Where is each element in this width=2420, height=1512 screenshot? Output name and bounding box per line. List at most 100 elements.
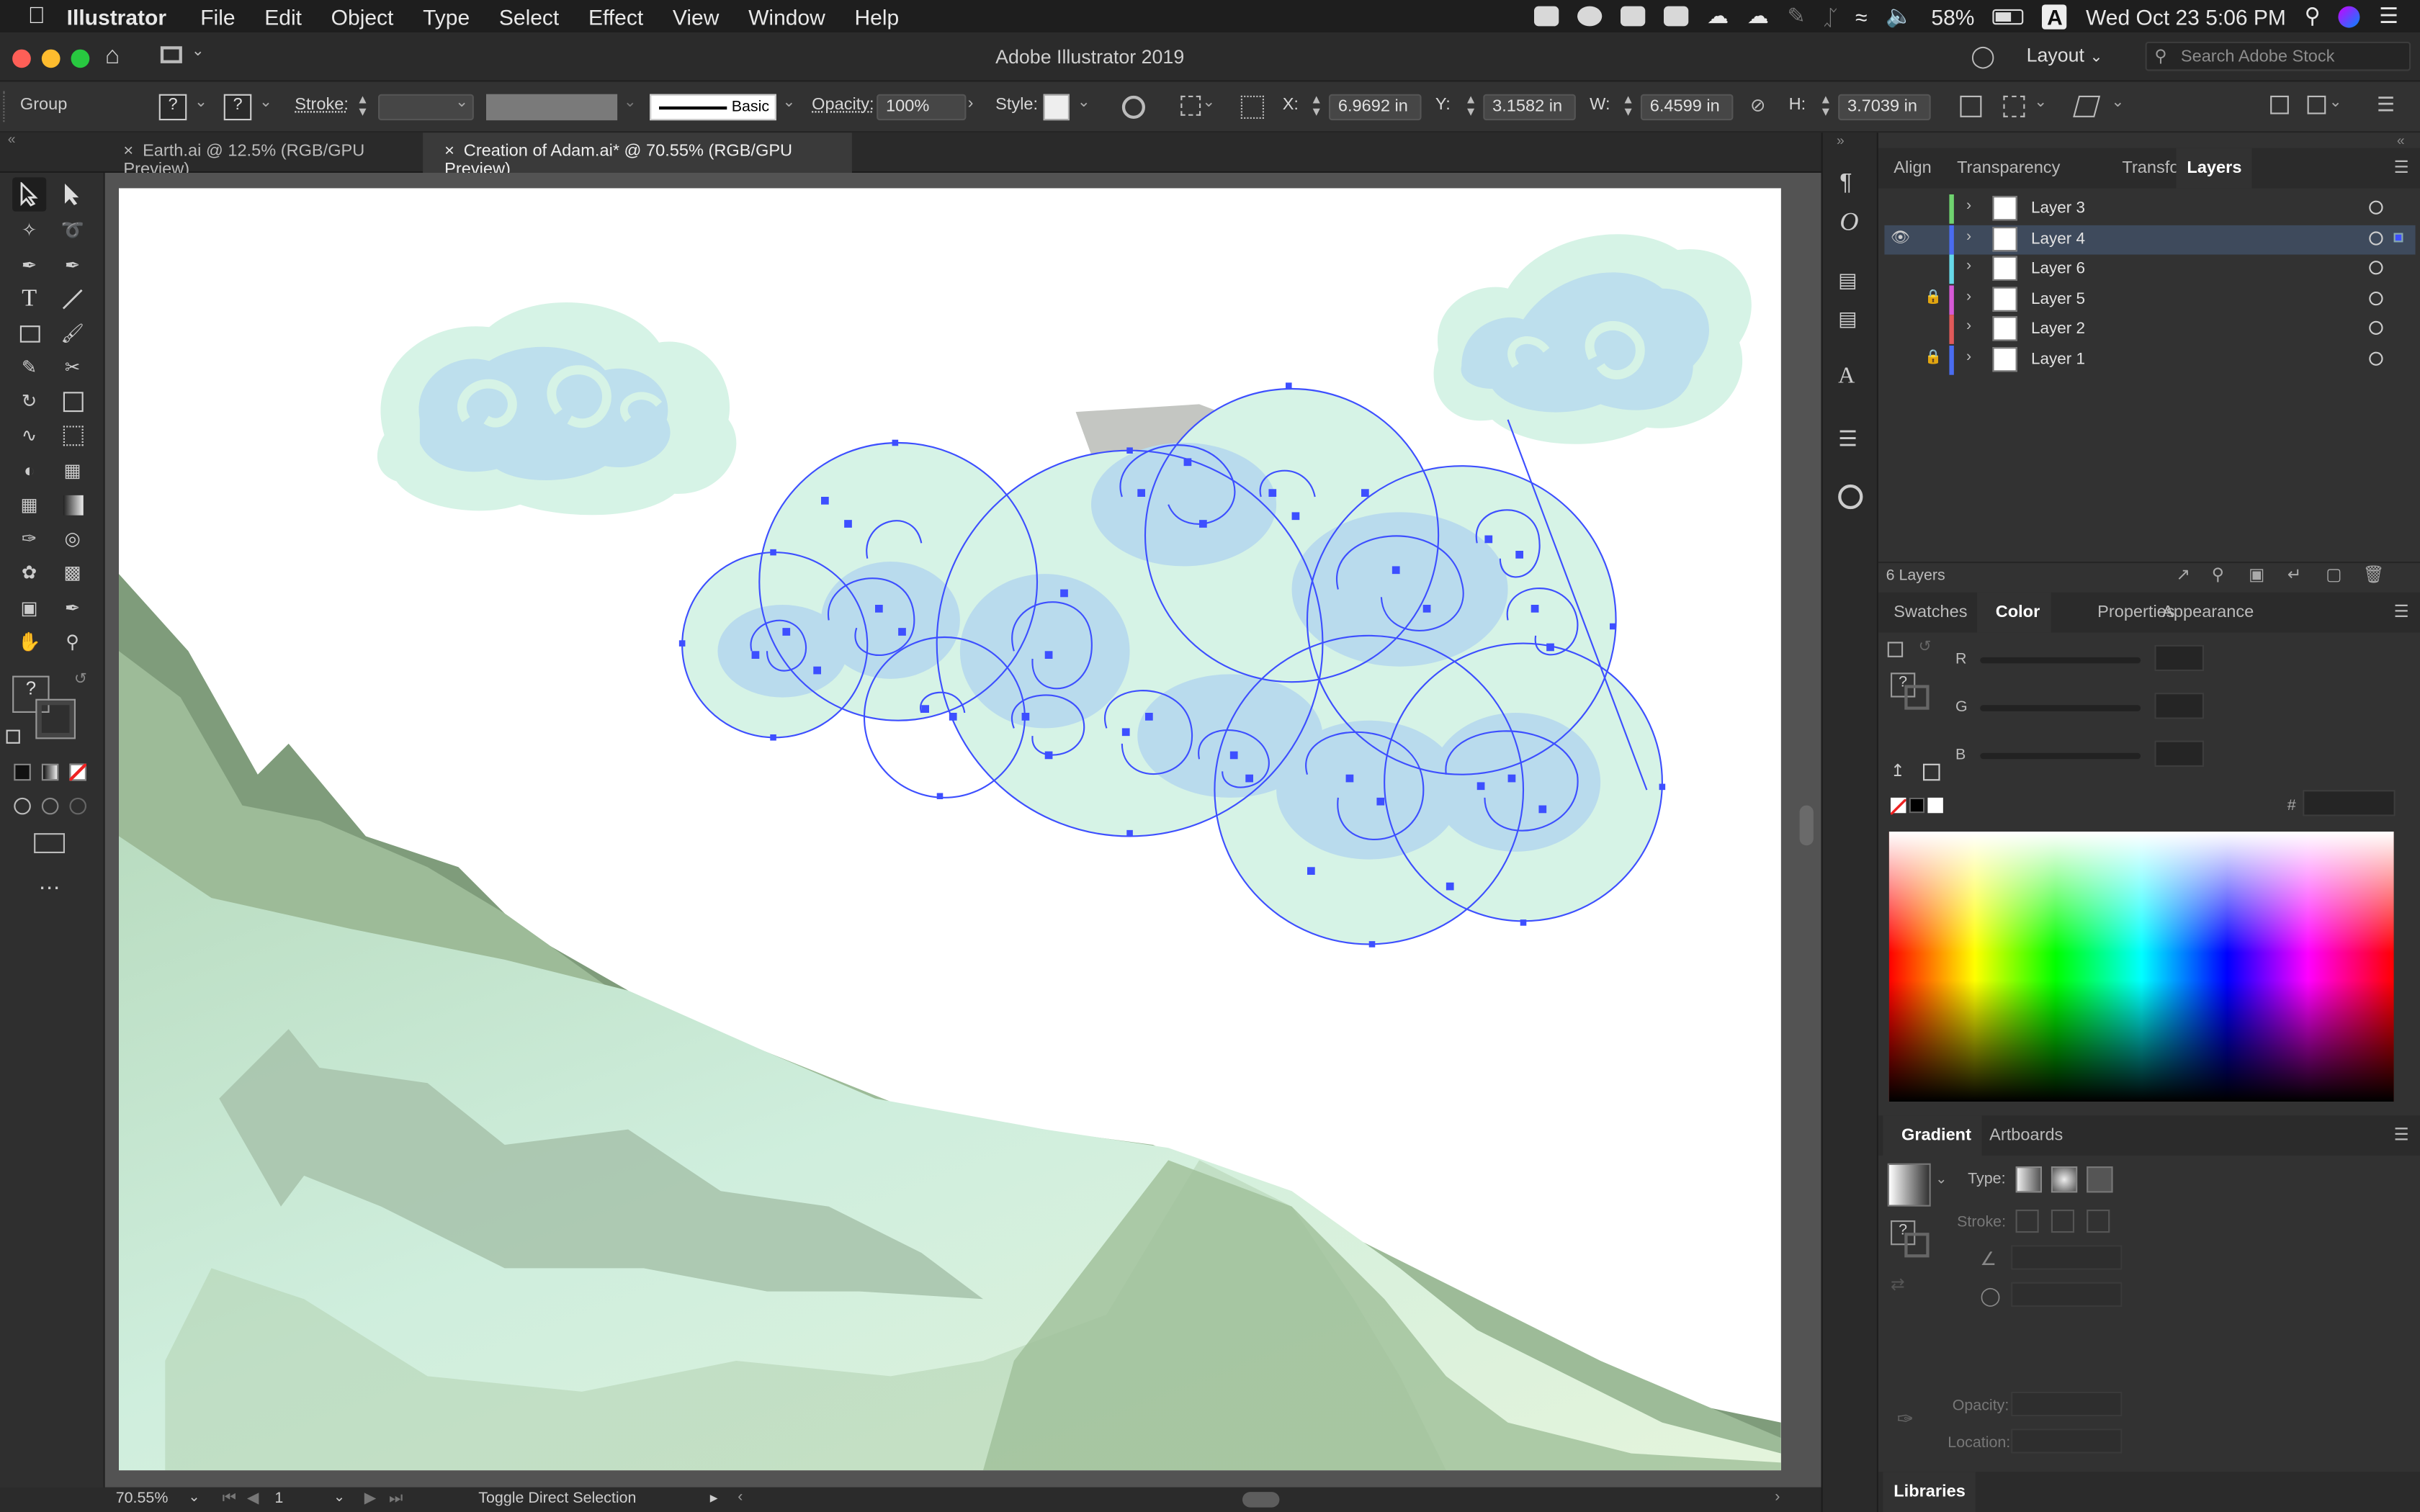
stroke-across-icon[interactable]	[2087, 1210, 2110, 1233]
reference-point-icon[interactable]	[1240, 95, 1264, 119]
angle-field[interactable]	[2011, 1245, 2123, 1270]
chevron-down-icon[interactable]: ⌄	[192, 43, 205, 60]
font-status-icon[interactable]: A	[2042, 4, 2068, 29]
chevron-down-icon[interactable]: ⌄	[2034, 94, 2047, 112]
canvas-area[interactable]	[104, 173, 1821, 1488]
isolate-group-icon[interactable]	[2003, 95, 2025, 117]
next-artboard-icon[interactable]: ▶	[364, 1490, 377, 1508]
locate-object-icon[interactable]: ⚲	[2212, 564, 2224, 585]
tab-libraries[interactable]: Libraries	[1883, 1472, 1976, 1512]
opentype-panel-icon[interactable]: O	[1839, 207, 1858, 238]
stroke-along-icon[interactable]	[2051, 1210, 2074, 1233]
home-icon[interactable]: ⌂	[105, 43, 120, 71]
symbol-sprayer-tool[interactable]: ✿	[12, 555, 46, 589]
lock-toggle[interactable]	[1924, 228, 1943, 249]
cc-libraries-icon[interactable]	[1838, 484, 1863, 510]
shaper-tool[interactable]: ✎	[12, 350, 46, 384]
layer-row[interactable]: › Layer 6	[1884, 254, 2415, 284]
distribute-icon[interactable]	[2307, 95, 2326, 114]
stop-opacity-field[interactable]	[2011, 1391, 2123, 1417]
chevron-down-icon[interactable]: ⌄	[1202, 94, 1215, 112]
free-transform-tool[interactable]	[55, 418, 89, 452]
hand-tool[interactable]: ✋	[12, 625, 46, 659]
menu-view[interactable]: View	[673, 4, 719, 28]
aspect-ratio-field[interactable]	[2011, 1282, 2123, 1307]
visibility-toggle[interactable]: 👁	[1891, 229, 1912, 248]
r-value-field[interactable]	[2154, 644, 2204, 672]
panel-menu-icon[interactable]: ☰	[2394, 1125, 2409, 1145]
chevron-right-icon[interactable]: ›	[1966, 258, 1971, 275]
panel-menu-icon[interactable]: ☰	[2394, 602, 2409, 622]
panel-menu-icon[interactable]: ☰	[2394, 158, 2409, 178]
last-artboard-icon[interactable]: ⏭	[389, 1490, 403, 1508]
chevron-down-icon[interactable]: ⌄	[259, 94, 272, 112]
collapse-dock-icon[interactable]: «	[2397, 132, 2405, 148]
volume-icon[interactable]: 🔈	[1886, 3, 1912, 29]
rotate-tool[interactable]: ↻	[12, 384, 46, 418]
cloud-top-right[interactable]	[1433, 234, 1752, 444]
visibility-toggle[interactable]	[1891, 259, 1912, 278]
zoom-level-field[interactable]: 70.55%	[116, 1490, 169, 1508]
chevron-down-icon[interactable]: ⌄	[782, 94, 795, 112]
visibility-toggle[interactable]	[1891, 199, 1912, 217]
horizontal-scrollbar[interactable]	[1242, 1492, 1280, 1508]
freeform-gradient-button[interactable]	[2087, 1166, 2113, 1193]
y-position-field[interactable]: 3.1582 in	[1483, 94, 1576, 121]
lock-toggle[interactable]	[1924, 258, 1943, 279]
siri-icon[interactable]	[2339, 5, 2361, 27]
character-styles-icon[interactable]: ▤	[1838, 269, 1857, 293]
close-window-button[interactable]	[12, 49, 31, 68]
graphic-style-swatch[interactable]	[1043, 94, 1070, 121]
visibility-toggle[interactable]	[1891, 350, 1912, 369]
draw-normal-icon[interactable]	[14, 797, 31, 815]
document-tab-earth[interactable]: × Earth.ai @ 12.5% (RGB/GPU Preview)	[102, 132, 419, 179]
screen-mode-icon[interactable]	[34, 833, 65, 853]
chevron-down-icon[interactable]: ⌄	[624, 94, 637, 112]
chevron-down-icon[interactable]: ⌄	[1077, 94, 1090, 112]
new-sublayer-icon[interactable]: ↵	[2287, 564, 2302, 585]
selected-cloud-group[interactable]	[678, 382, 1666, 948]
zoom-window-button[interactable]	[71, 49, 90, 68]
stroke-weight-stepper[interactable]: ▲ ▼	[357, 94, 369, 119]
height-field[interactable]: 3.7039 in	[1838, 94, 1931, 121]
radial-gradient-button[interactable]	[2051, 1166, 2078, 1193]
align-to-icon[interactable]	[1180, 95, 1201, 116]
width-tool[interactable]: ∿	[12, 418, 46, 452]
workspace-switcher[interactable]: Layout ⌄	[2027, 45, 2103, 66]
opacity-field[interactable]: 100%	[877, 94, 967, 121]
wifi-icon[interactable]: ≈	[1855, 4, 1867, 28]
pen-status-icon[interactable]: ✎	[1788, 3, 1806, 29]
column-graph-tool[interactable]: ▩	[55, 555, 89, 589]
tab-transparency[interactable]: Transparency	[1946, 148, 2071, 189]
h-stepper[interactable]: ▲ ▼	[1819, 94, 1832, 119]
layer-name[interactable]: Layer 1	[2031, 350, 2085, 369]
scale-tool[interactable]	[55, 384, 89, 418]
chevron-down-icon[interactable]: ⌄	[333, 1489, 345, 1506]
gradient-preview-swatch[interactable]	[1887, 1163, 1931, 1207]
pen-tool[interactable]: ✒	[12, 248, 46, 282]
white-swatch[interactable]	[1927, 797, 1943, 814]
color-mode-icon[interactable]	[14, 763, 31, 781]
chevron-right-icon[interactable]: ›	[1966, 288, 1971, 305]
line-segment-tool[interactable]	[55, 282, 89, 316]
target-icon[interactable]	[2369, 200, 2383, 215]
swap-icon[interactable]: ↺	[1919, 639, 1932, 656]
gradient-tool[interactable]	[55, 487, 89, 521]
cloud-upload-icon-2[interactable]: ☁	[1747, 3, 1769, 29]
selection-indicator[interactable]	[2393, 232, 2403, 242]
fill-stroke-mini-icon[interactable]	[1887, 642, 1904, 657]
chevron-right-icon[interactable]: ›	[1966, 197, 1971, 215]
fill-swatch[interactable]: ?	[158, 94, 187, 121]
opacity-label[interactable]: Opacity:	[812, 96, 874, 114]
menu-edit[interactable]: Edit	[264, 4, 302, 28]
linear-gradient-button[interactable]	[2015, 1166, 2042, 1193]
chevron-right-icon[interactable]: ›	[1966, 318, 1971, 336]
lock-toggle[interactable]: 🔒	[1924, 348, 1943, 370]
chevron-down-icon[interactable]: ⌄	[2329, 94, 2342, 112]
menu-select[interactable]: Select	[499, 4, 559, 28]
close-tab-icon[interactable]: ×	[123, 142, 133, 161]
delete-layer-icon[interactable]: 🗑	[2363, 564, 2385, 585]
artboard-tool[interactable]: ▣	[12, 591, 46, 625]
layer-row[interactable]: 🔒 › Layer 1	[1884, 346, 2415, 375]
visibility-toggle[interactable]	[1891, 320, 1912, 338]
